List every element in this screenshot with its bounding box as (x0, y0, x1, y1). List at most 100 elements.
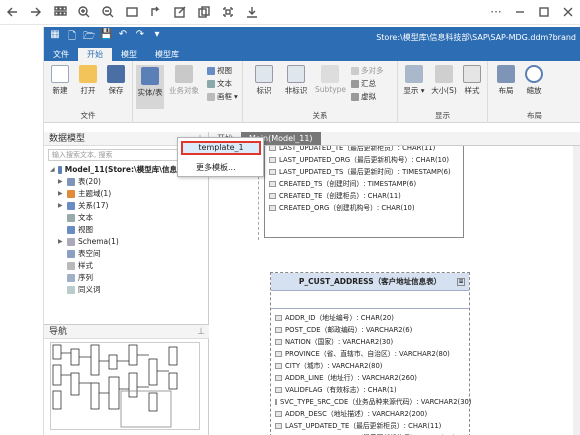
ribbon-group-file: 新建 打开 保存 文件 (44, 61, 133, 123)
display-button[interactable]: 显示 ▾ (402, 65, 426, 96)
ribbon-group-objects: 实体/表 业务对象 视图 文本 画框 ▾ (133, 61, 243, 123)
column-row[interactable]: POST_CDE（邮政编码）: VARCHAR2(6) (271, 324, 469, 336)
column-row[interactable]: CITY（城市）: VARCHAR2(80) (271, 360, 469, 372)
tree-node-tablespaces[interactable]: 表空间 (50, 248, 208, 260)
column-label: NATION（国家）: VARCHAR2(30) (285, 338, 394, 346)
download-icon[interactable] (240, 0, 264, 24)
grid-icon[interactable] (48, 0, 72, 24)
new-file-icon[interactable]: 🗋 (66, 29, 78, 46)
template-1-option[interactable]: template_1 (181, 141, 261, 155)
save-button[interactable]: 保存 (104, 65, 128, 96)
new-button[interactable]: 新建 (48, 65, 72, 96)
column-row[interactable]: CREATED_TE（创建柜员）: CHAR(11) (265, 190, 463, 202)
layout-button[interactable]: 布局 (494, 65, 518, 96)
tree-node-sequences[interactable]: 序列 (50, 272, 208, 284)
column-row[interactable]: CREATED_ORG（创建机构号）: CHAR(10) (265, 202, 463, 214)
navigator-minimap[interactable] (50, 342, 200, 430)
text-button[interactable]: 文本 (207, 78, 232, 89)
entity-p-cust-address[interactable]: P_CUST_ADDRESS（客户地址信息表） ≡ ADDR_ID（地址编号）: … (270, 272, 472, 435)
crop-icon[interactable] (216, 0, 240, 24)
entity-table-button[interactable]: 实体/表 (136, 65, 164, 109)
column-row[interactable]: VALIDFLAG（有效标志）: CHAR(1) (271, 384, 469, 396)
open-folder-icon[interactable]: 🗁 (83, 29, 95, 46)
close-icon[interactable] (556, 0, 580, 24)
nonidentify-button[interactable]: 非标识 (281, 65, 311, 96)
column-label: CREATED_TE（创建柜员）: CHAR(11) (279, 192, 401, 200)
more-templates-option[interactable]: 更多模板... (196, 162, 236, 173)
column-row[interactable]: PROVINCE（省、直辖市、自治区）: VARCHAR2(80) (271, 348, 469, 360)
rotate-icon[interactable] (144, 0, 168, 24)
viewer-toolbar: ··· (0, 0, 580, 25)
forward-icon[interactable] (24, 0, 48, 24)
zoom-out-icon[interactable] (96, 0, 120, 24)
tree-node-relations[interactable]: ▶ 关系(17) (50, 200, 208, 212)
identify-button[interactable]: 标识 (252, 65, 276, 96)
vertical-scrollbar[interactable] (573, 146, 580, 435)
column-label: LAST_UPDATED_TE（最后更新柜员）: CHAR(11) (279, 146, 436, 152)
open-button[interactable]: 打开 (76, 65, 100, 96)
nav-pin-icon[interactable]: ⊥ (197, 325, 205, 338)
fit-icon[interactable] (120, 0, 144, 24)
column-row[interactable]: LAST_UPDATED_TS（最后更新时间）: TIMESTAMP(6) (265, 166, 463, 178)
column-icon (269, 169, 276, 175)
rollup-button[interactable]: 汇总 (351, 78, 376, 89)
tree-node-views[interactable]: 视图 (50, 224, 208, 236)
quick-access-dropdown-icon[interactable]: ▾ (151, 29, 163, 46)
menu-model-library[interactable]: 模型库 (146, 48, 188, 61)
menu-home[interactable]: 开始 (78, 48, 112, 61)
tree-node-styles[interactable]: 样式 (50, 260, 208, 272)
zoom-button[interactable]: 缩放 (522, 65, 546, 96)
back-icon[interactable] (0, 0, 24, 24)
tree-node-schema[interactable]: ▶ Schema(1) (50, 236, 208, 248)
column-row[interactable]: LAST_UPDATED_ORG（最后更新机构号）: CHAR(10) (265, 154, 463, 166)
view-button[interactable]: 视图 (207, 65, 232, 76)
edit-icon[interactable] (168, 0, 192, 24)
business-object-button: 业务对象 (168, 65, 200, 96)
title-bar: ▦ 🗋 🗁 💾 ↶ ↷ ▾ Store:\模型库\信息科技部\SAP\SAP-M… (44, 27, 580, 47)
undo-icon[interactable]: ↶ (117, 29, 129, 46)
document-tabs: 开始 Main(Model_11) (209, 132, 580, 146)
menu-model[interactable]: 模型 (112, 48, 146, 61)
column-row[interactable]: ADDR_DESC（地址描述）: VARCHAR2(200) (271, 408, 469, 420)
column-row[interactable]: LAST_UPDATED_TE（最后更新柜员）: CHAR(11) (265, 146, 463, 154)
entity-table-top[interactable]: LAST_UPDATED_TE（最后更新柜员）: CHAR(11) LAST_UP… (264, 146, 464, 238)
copy-icon[interactable] (192, 0, 216, 24)
menu-file[interactable]: 文件 (44, 48, 78, 61)
virtual-button[interactable]: 虚拟 (351, 91, 376, 102)
column-icon (269, 205, 276, 211)
column-icon (269, 146, 276, 151)
subtype-button: Subtype (315, 65, 346, 94)
redo-icon[interactable]: ↷ (134, 29, 146, 46)
tree-node-text[interactable]: 文本 (50, 212, 208, 224)
column-row[interactable]: ADDR_LINE（地址行）: VARCHAR2(260) (271, 372, 469, 384)
column-label: LAST_UPDATED_ORG（最后更新机构号）: CHAR(10) (279, 156, 449, 164)
column-row[interactable]: NATION（国家）: VARCHAR2(30) (271, 336, 469, 348)
collapse-icon[interactable]: ≡ (457, 278, 465, 286)
primary-key-section (271, 291, 469, 309)
column-row[interactable]: CREATED_TS（创建时间）: TIMESTAMP(6) (265, 178, 463, 190)
tree-node-tables[interactable]: ▶ 表(20) (50, 176, 208, 188)
column-icon (275, 363, 282, 369)
minimize-icon[interactable] (508, 0, 532, 24)
column-label: PROVINCE（省、直辖市、自治区）: VARCHAR2(80) (285, 350, 450, 358)
app-logo-icon: ▦ (50, 28, 60, 40)
tree-node-subject-areas[interactable]: ▶ 主题域(1) (50, 188, 208, 200)
column-label: POST_CDE（邮政编码）: VARCHAR2(6) (285, 326, 413, 334)
column-row[interactable]: LAST_UPDATED_TE（最后更新柜员）: CHAR(11) (271, 420, 469, 432)
entity-title[interactable]: P_CUST_ADDRESS（客户地址信息表） ≡ (271, 273, 469, 291)
ribbon-group-layout: 布局 缩放 布局 (488, 61, 580, 123)
file-group-title: 文件 (80, 111, 96, 120)
frame-button[interactable]: 画框 ▾ (207, 91, 238, 102)
more-icon[interactable]: ··· (484, 0, 508, 24)
size-button[interactable]: 大小(S) (430, 65, 458, 96)
maximize-icon[interactable] (532, 0, 556, 24)
diagram-canvas[interactable]: LAST_UPDATED_TE（最后更新柜员）: CHAR(11) LAST_UP… (209, 146, 580, 435)
zoom-in-icon[interactable] (72, 0, 96, 24)
tree-node-synonyms[interactable]: 同义词 (50, 284, 208, 296)
style-button[interactable]: 样式 (460, 65, 484, 96)
column-icon (275, 351, 282, 357)
model-tree: ◢ Model_11(Store:\模型库\信息科技部... ▶ 表(20) ▶ 主题… (44, 164, 208, 296)
column-row[interactable]: SVC_TYPE_SRC_CDE（业务品种来源代码）: VARCHAR2(30) (271, 396, 472, 408)
column-row[interactable]: ADDR_ID（地址编号）: CHAR(20) (271, 312, 469, 324)
save-icon[interactable]: 💾 (100, 29, 112, 46)
